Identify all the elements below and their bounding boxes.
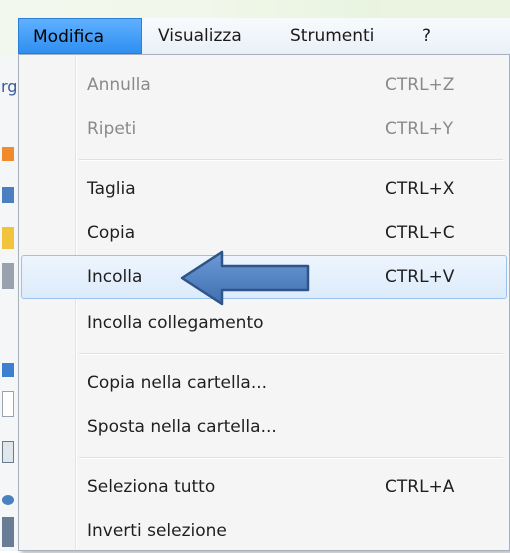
menu-item-taglia[interactable]: Taglia CTRL+X	[21, 167, 507, 211]
menu-separator	[79, 353, 503, 355]
menu-separator	[79, 457, 503, 459]
app-icon	[2, 187, 14, 203]
menu-item-shortcut: CTRL+V	[385, 267, 455, 287]
background-window-strip	[380, 0, 510, 18]
menu-item-seleziona-tutto[interactable]: Seleziona tutto CTRL+A	[21, 465, 507, 509]
menu-item-shortcut: CTRL+A	[385, 477, 455, 497]
menu-modifica[interactable]: Modifica	[18, 18, 142, 54]
partial-text: rg	[1, 77, 18, 96]
menu-item-shortcut: CTRL+Y	[385, 119, 454, 139]
globe-icon	[2, 495, 14, 505]
menu-item-label: Inverti selezione	[87, 521, 227, 541]
menu-item-sposta-nella-cartella[interactable]: Sposta nella cartella...	[21, 405, 507, 449]
menu-item-label: Copia	[87, 223, 136, 243]
menu-item-label: Seleziona tutto	[87, 477, 216, 497]
menu-item-label: Sposta nella cartella...	[87, 417, 277, 437]
menu-item-shortcut: CTRL+C	[385, 223, 455, 243]
left-arrow-icon	[180, 250, 310, 306]
menu-item-inverti-selezione[interactable]: Inverti selezione	[21, 509, 507, 553]
menu-item-label: Annulla	[87, 75, 151, 95]
menu-visualizza[interactable]: Visualizza	[158, 18, 242, 54]
folder-icon	[2, 227, 14, 249]
menu-item-shortcut: CTRL+X	[385, 179, 455, 199]
menu-separator	[79, 159, 503, 161]
folder-icon	[2, 147, 14, 161]
menu-strumenti[interactable]: Strumenti	[290, 18, 374, 54]
menu-item-label: Taglia	[87, 179, 136, 199]
app-icon	[2, 363, 14, 377]
window-icon	[2, 441, 14, 463]
menu-item-shortcut: CTRL+Z	[385, 75, 455, 95]
menu-item-label: Incolla	[87, 267, 143, 287]
menu-item-annulla[interactable]: Annulla CTRL+Z	[21, 63, 507, 107]
menu-item-copia-nella-cartella[interactable]: Copia nella cartella...	[21, 361, 507, 405]
menu-help[interactable]: ?	[422, 18, 431, 54]
background-window-edge: rg	[0, 55, 19, 551]
checkbox-icon	[2, 391, 14, 417]
toolbar-icon	[2, 517, 14, 547]
search-icon	[2, 263, 14, 289]
menu-item-label: Copia nella cartella...	[87, 373, 268, 393]
menu-item-ripeti[interactable]: Ripeti CTRL+Y	[21, 107, 507, 151]
menu-bar: Modifica Visualizza Strumenti ?	[18, 18, 510, 55]
menu-item-label: Ripeti	[87, 119, 137, 139]
